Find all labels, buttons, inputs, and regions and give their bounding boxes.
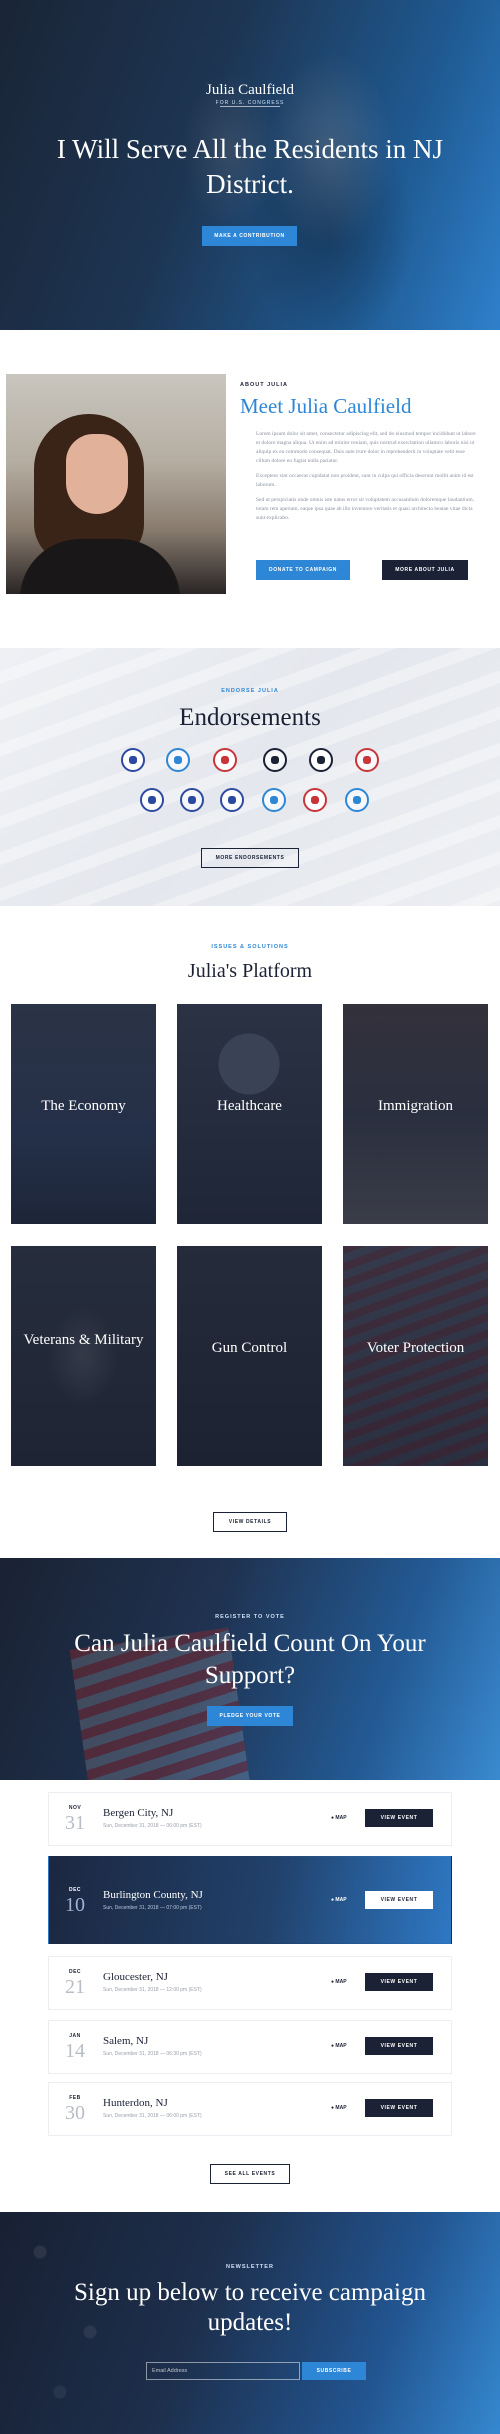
endorsement-logo xyxy=(180,788,204,812)
tile-gun-control[interactable]: Gun Control xyxy=(177,1246,322,1466)
event-date: Sun, December 31, 2018 — 06:30 pm (EST) xyxy=(103,2051,202,2057)
support-section: REGISTER TO VOTE Can Julia Caulfield Cou… xyxy=(0,1558,500,1780)
tile-veterans[interactable]: Veterans & Military xyxy=(11,1246,156,1466)
tile-label: Veterans & Military xyxy=(23,1332,144,1348)
more-about-button[interactable]: More about Julia xyxy=(382,560,468,580)
platform-title: Julia's Platform xyxy=(187,960,313,982)
endorsement-logo xyxy=(140,788,164,812)
event-date: Sun, December 31, 2018 — 12:00 pm (EST) xyxy=(103,1987,202,1993)
site-tagline: FOR U.S. CONGRESS xyxy=(215,100,285,106)
event-month: JAN xyxy=(69,2033,81,2039)
endorsement-logo xyxy=(355,748,379,772)
event-month: DEC xyxy=(68,1887,82,1893)
endorsement-logo xyxy=(166,748,190,772)
site-logo[interactable]: Julia Caulfield xyxy=(0,82,500,99)
view-event-button[interactable]: View event xyxy=(365,2099,433,2117)
event-month: DEC xyxy=(68,1969,82,1975)
newsletter-section: NEWSLETTER Sign up below to receive camp… xyxy=(0,2212,500,2434)
tile-label: Healthcare xyxy=(217,1098,282,1114)
endorse-title: Endorsements xyxy=(179,704,321,731)
event-card-featured: DEC 10 Burlington County, NJ Sun, Decemb… xyxy=(48,1856,452,1944)
support-title: Can Julia Caulfield Count On Your Suppor… xyxy=(74,1630,426,1689)
event-card: FEB 30 Hunterdon, NJ Sun, December 31, 2… xyxy=(48,2082,452,2136)
event-card: NOV 31 Bergen City, NJ Sun, December 31,… xyxy=(48,1792,452,1846)
view-event-button[interactable]: View event xyxy=(365,1973,433,1991)
newsletter-title: Sign up below to receive campaign update… xyxy=(74,2279,426,2336)
contribution-button[interactable]: Make a contribution xyxy=(202,226,297,246)
platform-section: ISSUES & SOLUTIONS Julia's Platform The … xyxy=(0,906,500,1558)
tile-label: The Economy xyxy=(41,1098,126,1114)
endorsements-section: ENDORSE JULIA Endorsements More endorsem… xyxy=(0,648,500,906)
about-section: ABOUT JULIA Meet Julia Caulfield Lorem i… xyxy=(0,330,500,648)
event-month: FEB xyxy=(69,2095,81,2101)
event-map-link[interactable]: ● MAP xyxy=(331,2043,347,2049)
event-map-link[interactable]: ● MAP xyxy=(331,1815,347,1821)
event-card: JAN 14 Salem, NJ Sun, December 31, 2018 … xyxy=(48,2020,452,2074)
tile-immigration[interactable]: Immigration xyxy=(343,1004,488,1224)
event-date: Sun, December 31, 2018 — 07:00 pm (EST) xyxy=(103,1905,202,1911)
tile-label: Voter Protection xyxy=(366,1340,465,1356)
about-title: Meet Julia Caulfield xyxy=(240,394,412,418)
endorsement-logo xyxy=(220,788,244,812)
endorse-kicker: ENDORSE JULIA xyxy=(221,688,279,694)
about-kicker: ABOUT JULIA xyxy=(240,382,288,388)
endorsement-logo xyxy=(345,788,369,812)
donate-button[interactable]: Donate to campaign xyxy=(256,560,350,580)
event-map-link[interactable]: ● MAP xyxy=(331,1979,347,1985)
events-section: NOV 31 Bergen City, NJ Sun, December 31,… xyxy=(0,1780,500,2212)
event-name: Bergen City, NJ xyxy=(103,1807,174,1819)
candidate-portrait xyxy=(6,374,226,594)
about-paragraph: Lorem ipsum dolor sit amet, consectetur … xyxy=(256,431,476,464)
event-map-link[interactable]: ● MAP xyxy=(331,1897,347,1903)
email-field[interactable] xyxy=(146,2362,300,2380)
see-all-events-button[interactable]: See all events xyxy=(210,2164,290,2184)
event-name: Hunterdon, NJ xyxy=(103,2097,168,2109)
event-day: 10 xyxy=(65,1894,85,1916)
hero-headline: I Will Serve All the Residents in NJ Dis… xyxy=(56,134,444,199)
logo-divider xyxy=(220,106,280,107)
event-name: Gloucester, NJ xyxy=(103,1971,168,1983)
event-month: NOV xyxy=(68,1805,82,1811)
event-date: Sun, December 31, 2018 — 06:00 pm (EST) xyxy=(103,1823,202,1829)
tile-economy[interactable]: The Economy xyxy=(11,1004,156,1224)
endorsement-logo xyxy=(121,748,145,772)
view-event-button[interactable]: View event xyxy=(365,1809,433,1827)
tile-label: Gun Control xyxy=(211,1340,288,1356)
about-paragraph: Excepteur sint occaecat cupidatat non pr… xyxy=(256,473,474,488)
event-name: Salem, NJ xyxy=(103,2035,149,2047)
view-details-button[interactable]: View details xyxy=(213,1512,287,1532)
platform-kicker: ISSUES & SOLUTIONS xyxy=(211,944,289,950)
more-endorsements-button[interactable]: More endorsements xyxy=(201,848,299,868)
newsletter-kicker: NEWSLETTER xyxy=(226,2264,274,2270)
endorsement-logo xyxy=(213,748,237,772)
event-day: 14 xyxy=(65,2040,85,2062)
view-event-button[interactable]: View event xyxy=(365,2037,433,2055)
about-paragraph: Sed ut perspiciatis unde omnis iste natu… xyxy=(256,497,474,521)
subscribe-button[interactable]: Subscribe xyxy=(302,2362,366,2380)
event-card: DEC 21 Gloucester, NJ Sun, December 31, … xyxy=(48,1956,452,2010)
event-day: 31 xyxy=(65,1812,85,1834)
view-event-button[interactable]: View event xyxy=(365,1891,433,1909)
endorsement-logo xyxy=(263,748,287,772)
event-date: Sun, December 31, 2018 — 06:00 pm (EST) xyxy=(103,2113,202,2119)
pledge-vote-button[interactable]: Pledge your vote xyxy=(207,1706,293,1726)
endorsement-logo xyxy=(303,788,327,812)
endorsement-logo xyxy=(262,788,286,812)
event-name: Burlington County, NJ xyxy=(103,1889,203,1901)
event-day: 30 xyxy=(65,2102,85,2124)
endorsement-logo xyxy=(309,748,333,772)
support-kicker: REGISTER TO VOTE xyxy=(215,1614,285,1620)
event-map-link[interactable]: ● MAP xyxy=(331,2105,347,2111)
tile-healthcare[interactable]: Healthcare xyxy=(177,1004,322,1224)
hero-section: Julia Caulfield FOR U.S. CONGRESS I Will… xyxy=(0,0,500,330)
tile-voter-protection[interactable]: Voter Protection xyxy=(343,1246,488,1466)
event-day: 21 xyxy=(65,1976,85,1998)
tile-label: Immigration xyxy=(378,1098,453,1114)
